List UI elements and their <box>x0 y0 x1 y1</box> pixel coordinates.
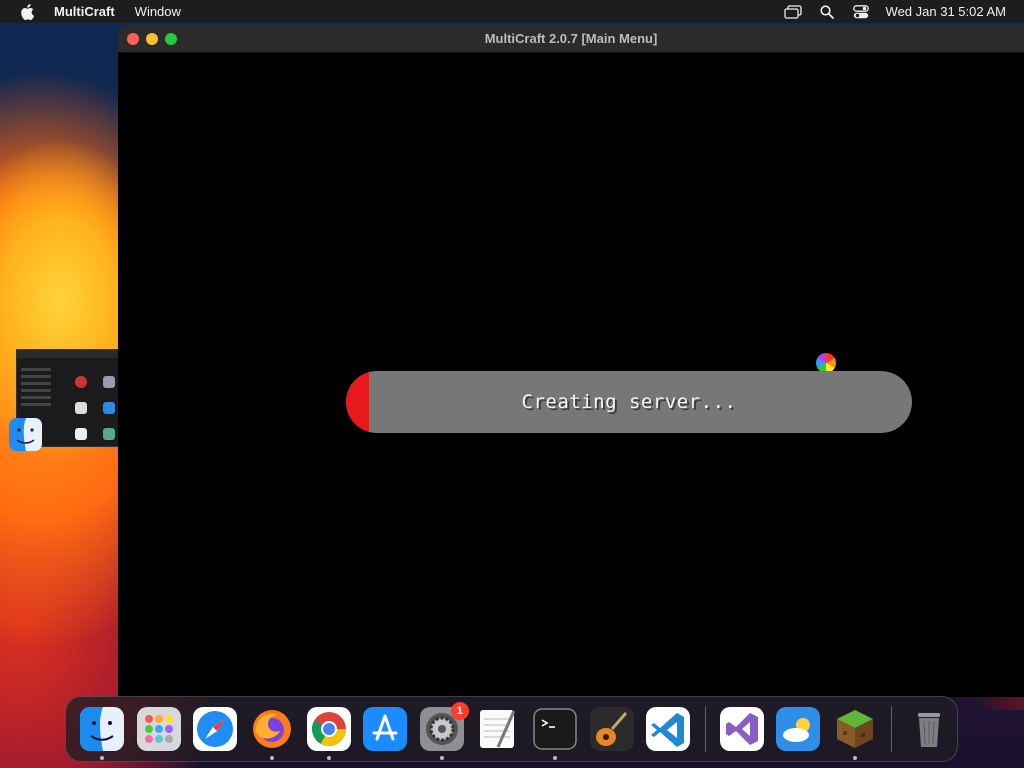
dock-system-preferences[interactable]: 1 <box>419 702 469 760</box>
launchpad-icon <box>136 707 181 751</box>
visual-studio-icon <box>719 707 764 751</box>
finder-icon <box>80 707 125 751</box>
spotlight-search-icon[interactable] <box>818 4 836 20</box>
running-indicator <box>553 756 558 760</box>
dock-chrome[interactable] <box>306 707 351 760</box>
thumbnail-icon <box>75 428 87 440</box>
guitar-icon <box>589 707 634 751</box>
textedit-icon <box>480 710 516 748</box>
thumbnail-icon <box>75 376 87 388</box>
loading-spinner-icon <box>816 353 836 373</box>
safari-icon <box>193 707 238 751</box>
running-indicator <box>326 756 331 760</box>
weather-icon <box>776 707 821 751</box>
running-indicator <box>853 756 858 760</box>
thumbnail-sidebar <box>21 364 71 410</box>
thumbnail-icon <box>103 402 115 414</box>
vscode-icon <box>646 707 691 751</box>
multicraft-window: MultiCraft 2.0.7 [Main Menu] Creating se… <box>118 25 1024 697</box>
app-store-icon <box>363 707 408 751</box>
thumbnail-titlebar <box>17 350 118 358</box>
dock-weather[interactable] <box>776 707 821 751</box>
multicraft-icon <box>837 710 874 748</box>
trash-icon <box>917 713 940 747</box>
progress-bar: Creating server... <box>346 371 912 433</box>
dock-garageband[interactable] <box>589 707 634 751</box>
dock-textedit[interactable] <box>476 707 520 751</box>
menubar-clock[interactable]: Wed Jan 31 5:02 AM <box>886 4 1006 19</box>
dock-finder[interactable] <box>80 707 125 760</box>
game-viewport[interactable]: Creating server... <box>118 53 1024 697</box>
thumbnail-icon <box>103 376 115 388</box>
thumbnail-icon <box>103 428 115 440</box>
thumbnail-icon <box>75 402 87 414</box>
dock-separator <box>891 706 893 752</box>
chrome-icon <box>306 707 351 751</box>
dock-safari[interactable] <box>193 707 238 751</box>
dock-vscode[interactable] <box>646 707 691 751</box>
menubar-right: Wed Jan 31 5:02 AM <box>783 4 1024 20</box>
window-title: MultiCraft 2.0.7 [Main Menu] <box>484 31 658 46</box>
control-center-icon[interactable] <box>852 4 870 20</box>
firefox-icon <box>253 710 292 748</box>
dock-firefox[interactable] <box>250 707 294 760</box>
terminal-icon <box>533 708 577 750</box>
dock-terminal[interactable] <box>533 707 577 760</box>
dock-launchpad[interactable] <box>136 707 181 751</box>
dock-trash[interactable] <box>907 707 951 751</box>
menu-app-name[interactable]: MultiCraft <box>54 4 115 19</box>
finder-icon[interactable] <box>9 418 42 451</box>
menu-window[interactable]: Window <box>135 4 181 19</box>
apple-menu-icon[interactable] <box>20 3 34 20</box>
window-titlebar[interactable]: MultiCraft 2.0.7 [Main Menu] <box>118 25 1024 53</box>
dock-app-store[interactable] <box>363 707 408 751</box>
dock-visual-studio[interactable] <box>719 707 764 751</box>
screen-mirroring-icon[interactable] <box>783 4 802 20</box>
running-indicator <box>270 756 275 760</box>
progress-label: Creating server... <box>521 391 737 413</box>
dock-multicraft[interactable] <box>833 707 877 760</box>
dock: 1 <box>65 696 958 762</box>
menu-bar: MultiCraft Window Wed Jan 31 5:02 AM <box>0 0 1024 23</box>
notification-badge: 1 <box>450 702 469 720</box>
dock-separator <box>704 706 706 752</box>
running-indicator <box>100 756 105 760</box>
running-indicator <box>439 756 444 760</box>
